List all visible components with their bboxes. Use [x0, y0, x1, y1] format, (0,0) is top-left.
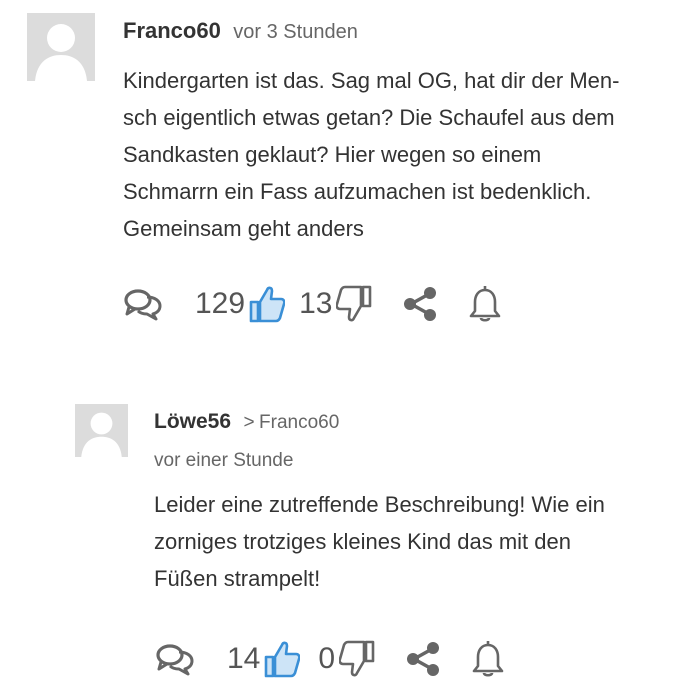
reply-icon[interactable] [155, 642, 195, 676]
reply-comment: Löwe56 > Franco60 vor einer Stunde Leide… [0, 390, 700, 696]
timestamp: vor 3 Stunden [233, 21, 358, 43]
comment: Franco60 vor 3 Stunden Kindergarten ist … [0, 0, 700, 360]
avatar[interactable] [75, 404, 128, 457]
username[interactable]: Franco60 [123, 18, 221, 43]
comment-header: Franco60 vor 3 Stunden [123, 18, 358, 44]
thumbs-down-icon[interactable] [336, 285, 372, 323]
bell-icon[interactable] [471, 640, 505, 678]
user-placeholder-icon [27, 13, 95, 81]
comment-actions: 14 0 [155, 638, 505, 680]
avatar[interactable] [27, 13, 95, 81]
dislike-count: 0 [318, 642, 336, 675]
timestamp: vor einer Stunde [154, 450, 294, 471]
comment-text: Kindergarten ist das. Sag mal OG, hat di… [123, 68, 620, 241]
reply-icon[interactable] [123, 287, 163, 321]
comment-actions: 129 13 [123, 283, 502, 325]
comment-header: Löwe56 > Franco60 [154, 410, 339, 434]
thumbs-down-icon[interactable] [339, 640, 375, 678]
dislike-count: 13 [299, 287, 333, 320]
like-count: 129 [195, 287, 246, 320]
bell-icon[interactable] [468, 285, 502, 323]
share-icon[interactable] [402, 286, 438, 322]
user-placeholder-icon [75, 404, 128, 457]
thumbs-up-icon[interactable] [249, 285, 286, 323]
reply-to-arrow: > [243, 412, 255, 433]
comment-text: Leider eine zutreffende Beschreibung! Wi… [154, 492, 605, 591]
username[interactable]: Löwe56 [154, 410, 231, 433]
reply-to-user[interactable]: Franco60 [259, 412, 339, 433]
like-count: 14 [227, 642, 261, 675]
share-icon[interactable] [405, 641, 441, 677]
thumbs-up-icon[interactable] [264, 640, 301, 678]
